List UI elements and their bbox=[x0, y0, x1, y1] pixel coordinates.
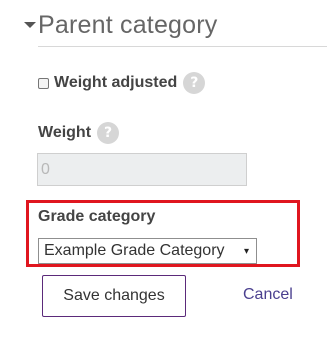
weight-input[interactable] bbox=[37, 153, 247, 186]
section-divider bbox=[38, 46, 327, 47]
grade-category-form: Parent category Weight adjusted ? Weight… bbox=[0, 0, 327, 337]
grade-category-selected-value: Example Grade Category bbox=[44, 242, 225, 259]
grade-category-label: Grade category bbox=[38, 208, 156, 225]
grade-category-select[interactable]: Example Grade Category ▾ bbox=[38, 238, 257, 264]
help-icon[interactable]: ? bbox=[183, 72, 206, 94]
weight-label: Weight bbox=[38, 124, 92, 141]
help-icon[interactable]: ? bbox=[97, 122, 120, 144]
weight-adjusted-checkbox[interactable] bbox=[38, 77, 49, 89]
chevron-down-icon: ▾ bbox=[243, 245, 249, 257]
weight-adjusted-label: Weight adjusted bbox=[54, 74, 178, 91]
triangle-down-icon[interactable] bbox=[24, 22, 36, 28]
weight-label-row: Weight ? bbox=[38, 122, 120, 144]
weight-adjusted-row: Weight adjusted ? bbox=[38, 72, 206, 94]
save-changes-button[interactable]: Save changes bbox=[42, 275, 186, 317]
cancel-link[interactable]: Cancel bbox=[243, 286, 293, 304]
section-header-parent-category[interactable]: Parent category bbox=[24, 8, 327, 48]
section-title: Parent category bbox=[38, 11, 218, 39]
